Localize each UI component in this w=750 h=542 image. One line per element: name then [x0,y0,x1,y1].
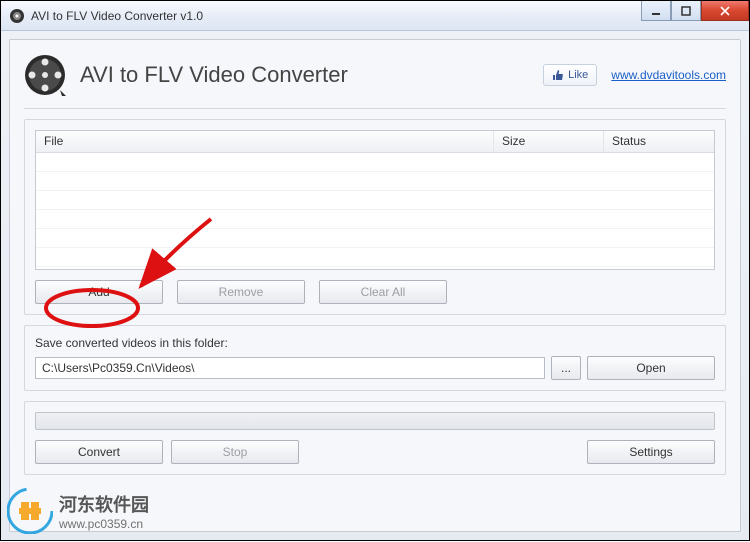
like-label: Like [568,69,588,81]
browse-button[interactable]: ... [551,356,581,380]
list-row [36,229,714,248]
separator [24,108,726,109]
output-label: Save converted videos in this folder: [35,336,715,350]
close-button[interactable] [701,1,749,21]
listview-body[interactable] [36,153,714,270]
column-size[interactable]: Size [494,131,604,152]
listview-header: File Size Status [36,131,714,153]
filelist-group: File Size Status Add Remove Clear All [24,119,726,315]
window-controls [641,1,749,21]
progress-bar [35,412,715,430]
window-title: AVI to FLV Video Converter v1.0 [31,9,203,23]
titlebar: AVI to FLV Video Converter v1.0 [1,1,749,31]
minimize-button[interactable] [641,1,671,21]
stop-button[interactable]: Stop [171,440,299,464]
column-status[interactable]: Status [604,131,714,152]
clear-all-button[interactable]: Clear All [319,280,447,304]
thumb-up-icon [552,69,564,81]
file-buttons: Add Remove Clear All [35,280,715,304]
maximize-button[interactable] [671,1,701,21]
output-group: Save converted videos in this folder: ..… [24,325,726,391]
add-button[interactable]: Add [35,280,163,304]
list-row [36,191,714,210]
list-row [36,153,714,172]
app-title: AVI to FLV Video Converter [80,62,543,88]
remove-button[interactable]: Remove [177,280,305,304]
main-panel: AVI to FLV Video Converter Like www.dvda… [9,39,741,532]
app-icon [9,8,25,24]
list-row [36,172,714,191]
file-listview[interactable]: File Size Status [35,130,715,270]
client-area: AVI to FLV Video Converter Like www.dvda… [1,31,749,540]
output-path-input[interactable] [35,357,545,379]
list-row [36,248,714,267]
column-file[interactable]: File [36,131,494,152]
site-link[interactable]: www.dvdavitools.com [611,68,726,82]
film-reel-icon [24,54,66,96]
header: AVI to FLV Video Converter Like www.dvda… [24,52,726,98]
open-button[interactable]: Open [587,356,715,380]
list-row [36,210,714,229]
convert-button[interactable]: Convert [35,440,163,464]
bottom-group: Convert Stop Settings [24,401,726,475]
like-button[interactable]: Like [543,64,597,86]
settings-button[interactable]: Settings [587,440,715,464]
